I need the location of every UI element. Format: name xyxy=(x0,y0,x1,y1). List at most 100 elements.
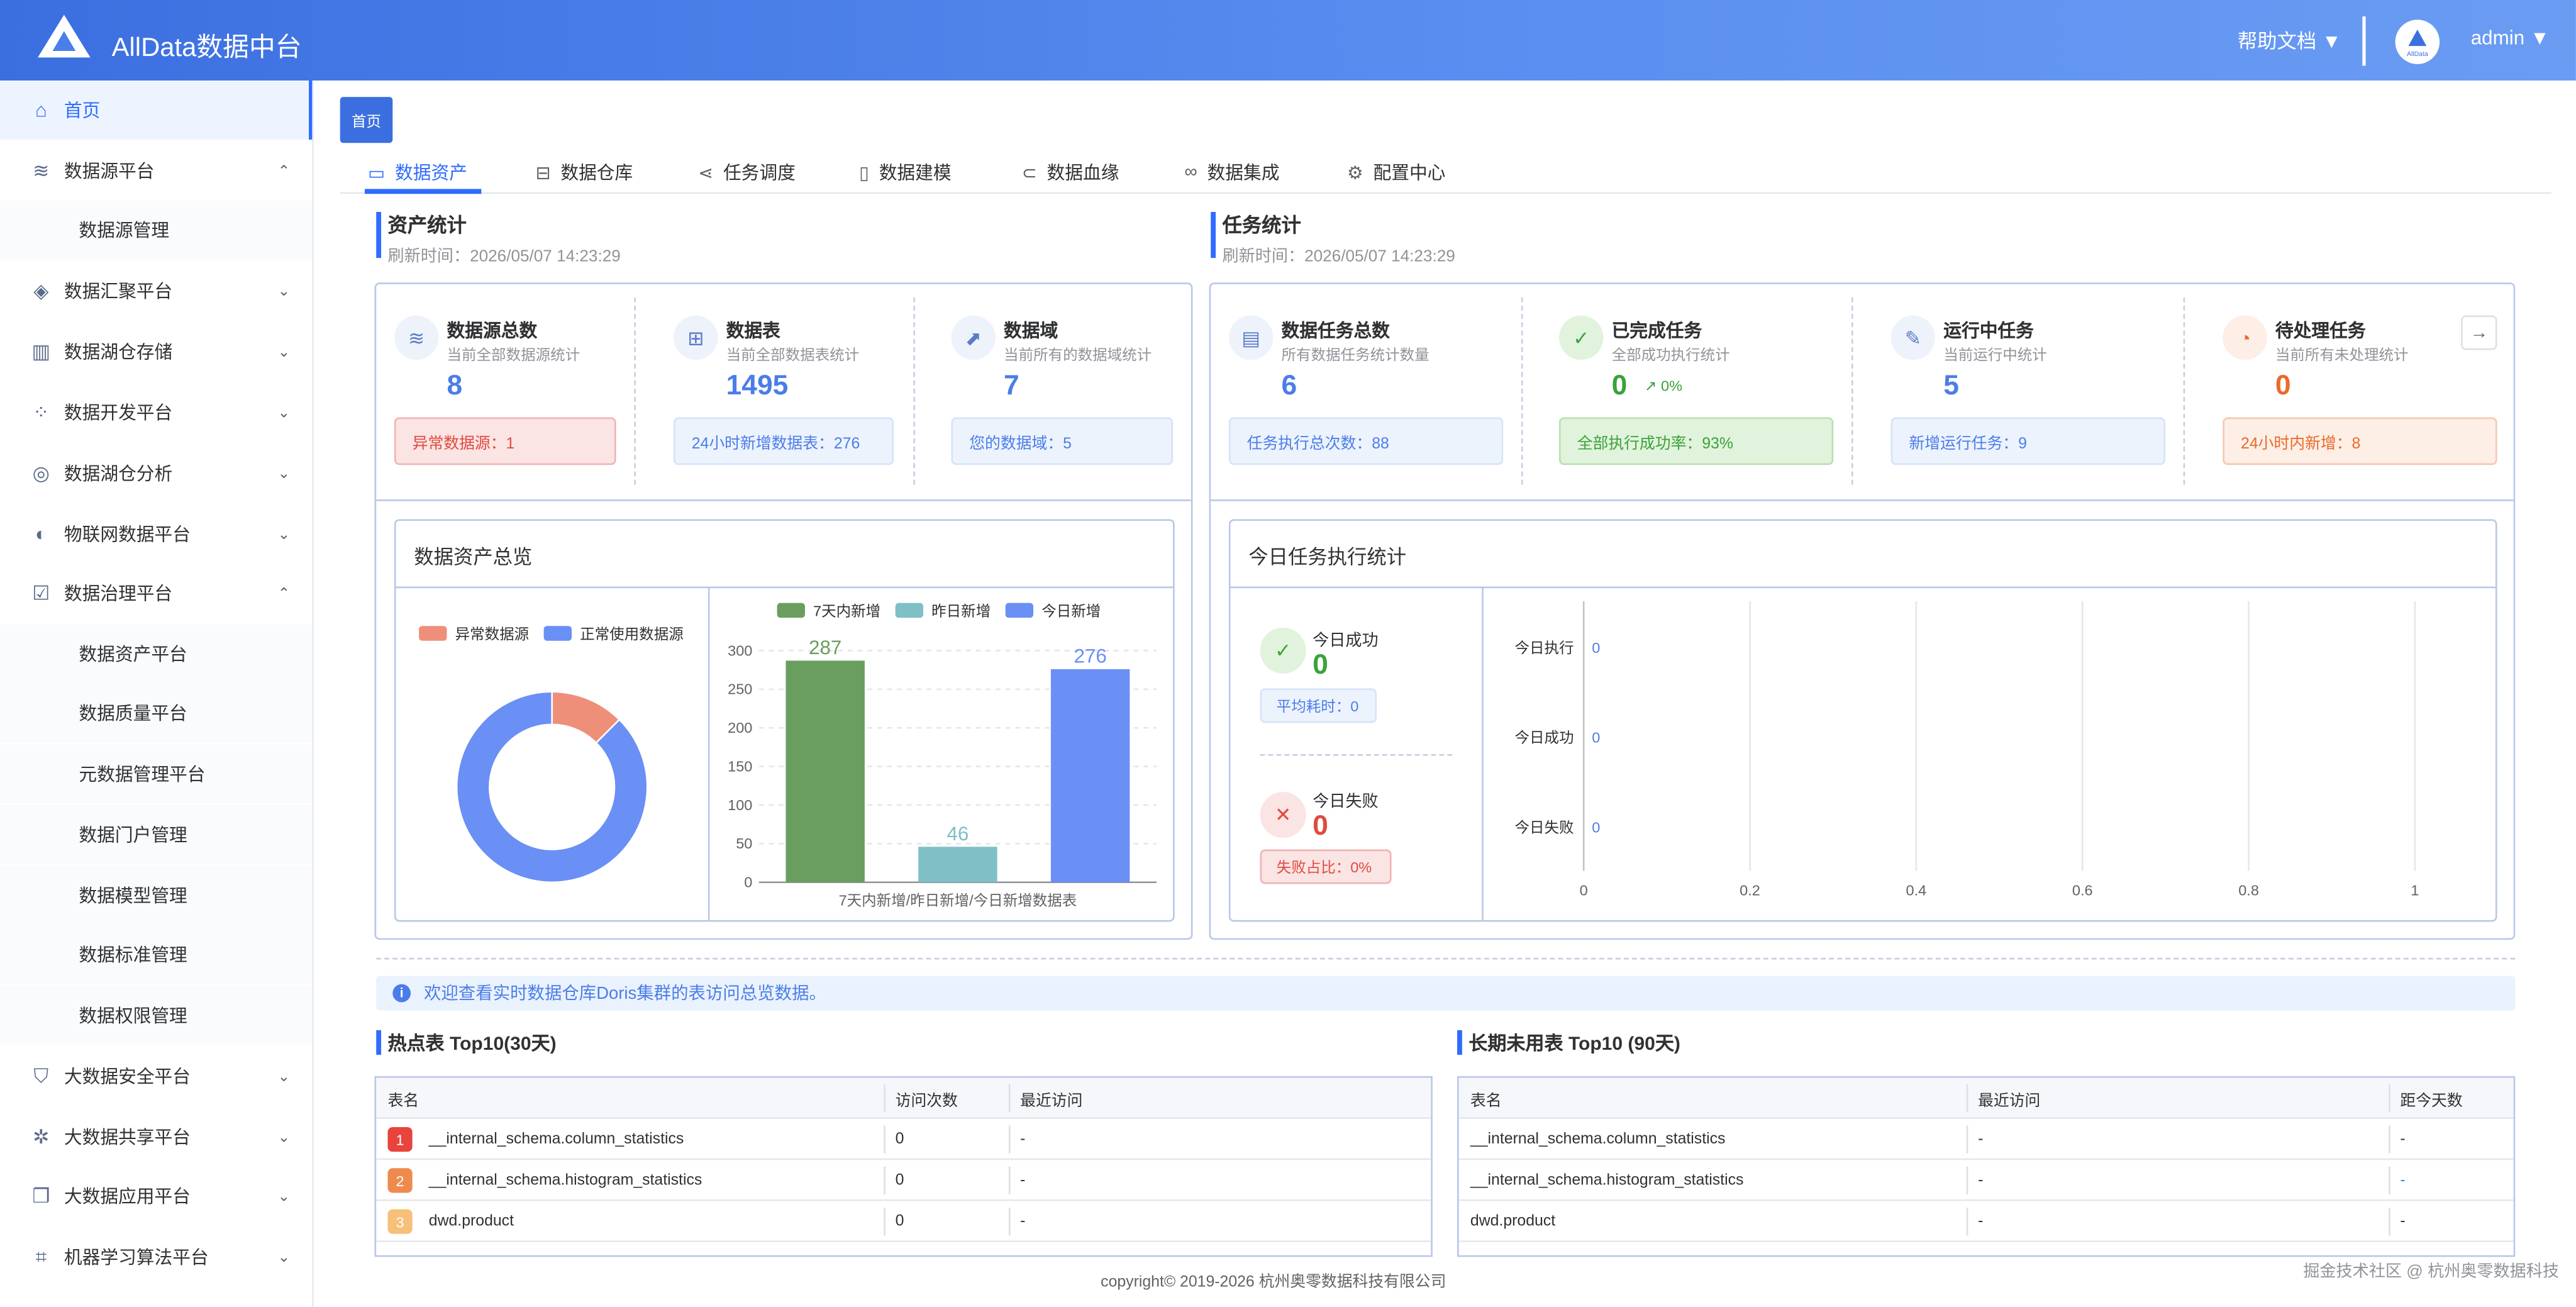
sidebar-item-sharing[interactable]: ✲ 大数据共享平台 ⌄ xyxy=(0,1108,312,1167)
table-header-row: 表名 访问次数 最近访问 xyxy=(376,1077,1431,1119)
sidebar-item-data-asset[interactable]: 数据资产平台 xyxy=(0,624,313,684)
table-name: dwd.product xyxy=(428,1212,514,1231)
sidebar-item-security[interactable]: ⛉ 大数据安全平台 ⌄ xyxy=(0,1047,312,1106)
sidebar-item-data-governance[interactable]: ☑ 数据治理平台 ⌃ xyxy=(0,564,312,623)
sidebar-item-home[interactable]: ⌂ 首页 xyxy=(0,80,313,140)
sidebar-item-data-quality[interactable]: 数据质量平台 xyxy=(0,683,313,743)
table-name: __internal_schema.histogram_statistics xyxy=(1470,1171,1744,1190)
x-tick-label: 0.4 xyxy=(1906,882,1927,899)
bar-2 xyxy=(1050,669,1130,882)
panel-divider xyxy=(376,499,1191,501)
table-row[interactable]: 2 __internal_schema.histogram_statistics … xyxy=(376,1160,1431,1201)
tab-data-warehouse[interactable]: ⊟ 数据仓库 xyxy=(536,159,633,186)
tab-data-modeling[interactable]: ▯ 数据建模 xyxy=(859,159,951,186)
pending-file-icon: ◔ xyxy=(2223,315,2267,360)
sidebar-item-data-standard[interactable]: 数据标准管理 xyxy=(0,925,313,984)
col-separator xyxy=(884,1125,886,1154)
section-marker xyxy=(376,1030,382,1055)
bar-value-label: 287 xyxy=(809,637,841,659)
edit-file-icon: ✎ xyxy=(1890,315,1936,360)
days-since: - xyxy=(2400,1212,2406,1231)
user-menu[interactable]: admin ▼ xyxy=(2471,26,2550,50)
y-tick-label: 150 xyxy=(728,758,752,774)
chevron-down-icon: ⌄ xyxy=(277,525,291,542)
col-header-last-access: 最近访问 xyxy=(1978,1091,2041,1110)
col-separator xyxy=(1008,1084,1011,1113)
tab-data-integration[interactable]: ∞ 数据集成 xyxy=(1184,159,1279,186)
today-success-value: 0 xyxy=(1313,648,1328,681)
section-marker xyxy=(1211,211,1216,259)
bar-1 xyxy=(918,847,997,882)
sidebar-item-lakehouse-analysis[interactable]: ◎ 数据湖仓分析 ⌄ xyxy=(0,443,312,503)
sidebar-item-lakehouse-storage[interactable]: ▥ 数据湖仓存储 ⌄ xyxy=(0,322,312,381)
sidebar-item-data-permission[interactable]: 数据权限管理 xyxy=(0,986,313,1045)
bar-legend: 7天内新增 昨日新增 今日新增 xyxy=(777,599,1101,621)
col-header-last-access: 最近访问 xyxy=(1020,1091,1083,1110)
bar-0 xyxy=(786,660,865,882)
table-row[interactable]: dwd.product - - xyxy=(1458,1201,2514,1242)
monitor-icon: ▭ xyxy=(368,163,386,184)
active-indicator xyxy=(309,80,313,140)
arrow-right-icon[interactable]: → xyxy=(2461,315,2497,350)
sidebar-item-data-portal[interactable]: 数据门户管理 xyxy=(0,804,313,865)
col-header-days: 距今天数 xyxy=(2400,1091,2463,1110)
donut-slice-1 xyxy=(455,691,648,884)
breadcrumb-tag[interactable]: 首页 xyxy=(340,97,393,143)
bar-value-label: 276 xyxy=(1074,645,1106,667)
governance-icon: ☑ xyxy=(32,581,50,605)
ml-icon: ⌗ xyxy=(35,1245,47,1269)
sidebar-item-datasource-platform[interactable]: ≋ 数据源平台 ⌃ xyxy=(0,142,312,201)
legend-swatch-yesterday xyxy=(895,603,924,618)
x-tick-label: 1 xyxy=(2411,882,2419,899)
tab-data-asset[interactable]: ▭ 数据资产 xyxy=(368,159,467,186)
today-card: 今日任务执行统计 ✓ 今日成功 0 平均耗时：0 ✕ 今日失败 0 失败占比：0… xyxy=(1228,519,2497,922)
col-separator xyxy=(884,1166,886,1195)
lineage-icon: ⊂ xyxy=(1021,163,1037,184)
today-success-label: 今日成功 xyxy=(1313,632,1379,651)
stat-card-tables: ⊞ 数据表 当前全部数据表统计 1495 xyxy=(674,315,920,401)
watermark: 掘金技术社区 @ 杭州奥零数据科技 xyxy=(2303,1263,2560,1282)
last-access: - xyxy=(1020,1130,1026,1148)
last-access: - xyxy=(1020,1212,1026,1231)
app-icon: ❒ xyxy=(32,1184,50,1208)
sidebar-item-ml[interactable]: ⌗ 机器学习算法平台 ⌄ xyxy=(0,1227,312,1286)
today-title: 今日任务执行统计 xyxy=(1248,545,1407,569)
col-separator xyxy=(1966,1207,1968,1236)
top-header: AllData数据中台 帮助文档 ▼ AllData admin ▼ xyxy=(0,0,2576,81)
x-tick-label: 0.8 xyxy=(2238,882,2259,899)
sidebar-item-data-model[interactable]: 数据模型管理 xyxy=(0,865,313,925)
help-docs-dropdown[interactable]: 帮助文档 ▼ xyxy=(2238,26,2341,54)
chevron-down-icon: ⌄ xyxy=(277,1067,291,1084)
avatar[interactable]: AllData xyxy=(2395,19,2440,64)
col-separator xyxy=(1008,1166,1011,1195)
abnormal-datasource-pill: 异常数据源：1 xyxy=(394,417,616,465)
col-separator xyxy=(1966,1125,1968,1154)
sidebar-item-application[interactable]: ❒ 大数据应用平台 ⌄ xyxy=(0,1167,312,1226)
security-icon: ⛉ xyxy=(33,1064,49,1088)
task-panel: ▤ 数据任务总数 所有数据任务统计数量 6 任务执行总次数：88 ✓ 已完成任务… xyxy=(1209,282,2516,940)
sidebar-item-iot-platform[interactable]: ◐ 物联网数据平台 ⌄ xyxy=(0,504,312,564)
table-row[interactable]: __internal_schema.column_statistics - - xyxy=(1458,1119,2514,1160)
card-divider xyxy=(1851,297,1853,485)
sidebar-item-metadata[interactable]: 元数据管理平台 xyxy=(0,744,313,804)
y-tick-label: 100 xyxy=(728,797,752,813)
legend-swatch-normal xyxy=(543,626,572,641)
chart-icon: ⬈ xyxy=(951,315,996,360)
sidebar-item-data-aggregation[interactable]: ◈ 数据汇聚平台 ⌄ xyxy=(0,261,312,320)
sidebar-item-datasource-management[interactable]: 数据源管理 xyxy=(0,200,313,260)
app-title: AllData数据中台 xyxy=(111,34,302,63)
tab-task-scheduling[interactable]: ⋖ 任务调度 xyxy=(698,159,796,186)
table-row[interactable]: 1 __internal_schema.column_statistics 0 - xyxy=(376,1119,1431,1160)
card-divider xyxy=(634,297,636,485)
y-tick-label: 250 xyxy=(728,681,752,698)
sidebar-item-data-development[interactable]: ⁘ 数据开发平台 ⌄ xyxy=(0,383,312,442)
grid-icon: ⁘ xyxy=(33,401,50,424)
table-row[interactable]: __internal_schema.histogram_statistics -… xyxy=(1458,1160,2514,1201)
fail-ratio-pill: 失败占比：0% xyxy=(1260,849,1392,884)
database-icon: ≋ xyxy=(33,159,50,182)
tab-data-lineage[interactable]: ⊂ 数据血缘 xyxy=(1022,159,1119,186)
tab-config-center[interactable]: ⚙ 配置中心 xyxy=(1347,159,1445,186)
avg-time-pill: 平均耗时：0 xyxy=(1260,688,1377,723)
task-exec-total-pill: 任务执行总次数：88 xyxy=(1228,417,1504,465)
table-row[interactable]: 3 dwd.product 0 - xyxy=(376,1201,1431,1242)
